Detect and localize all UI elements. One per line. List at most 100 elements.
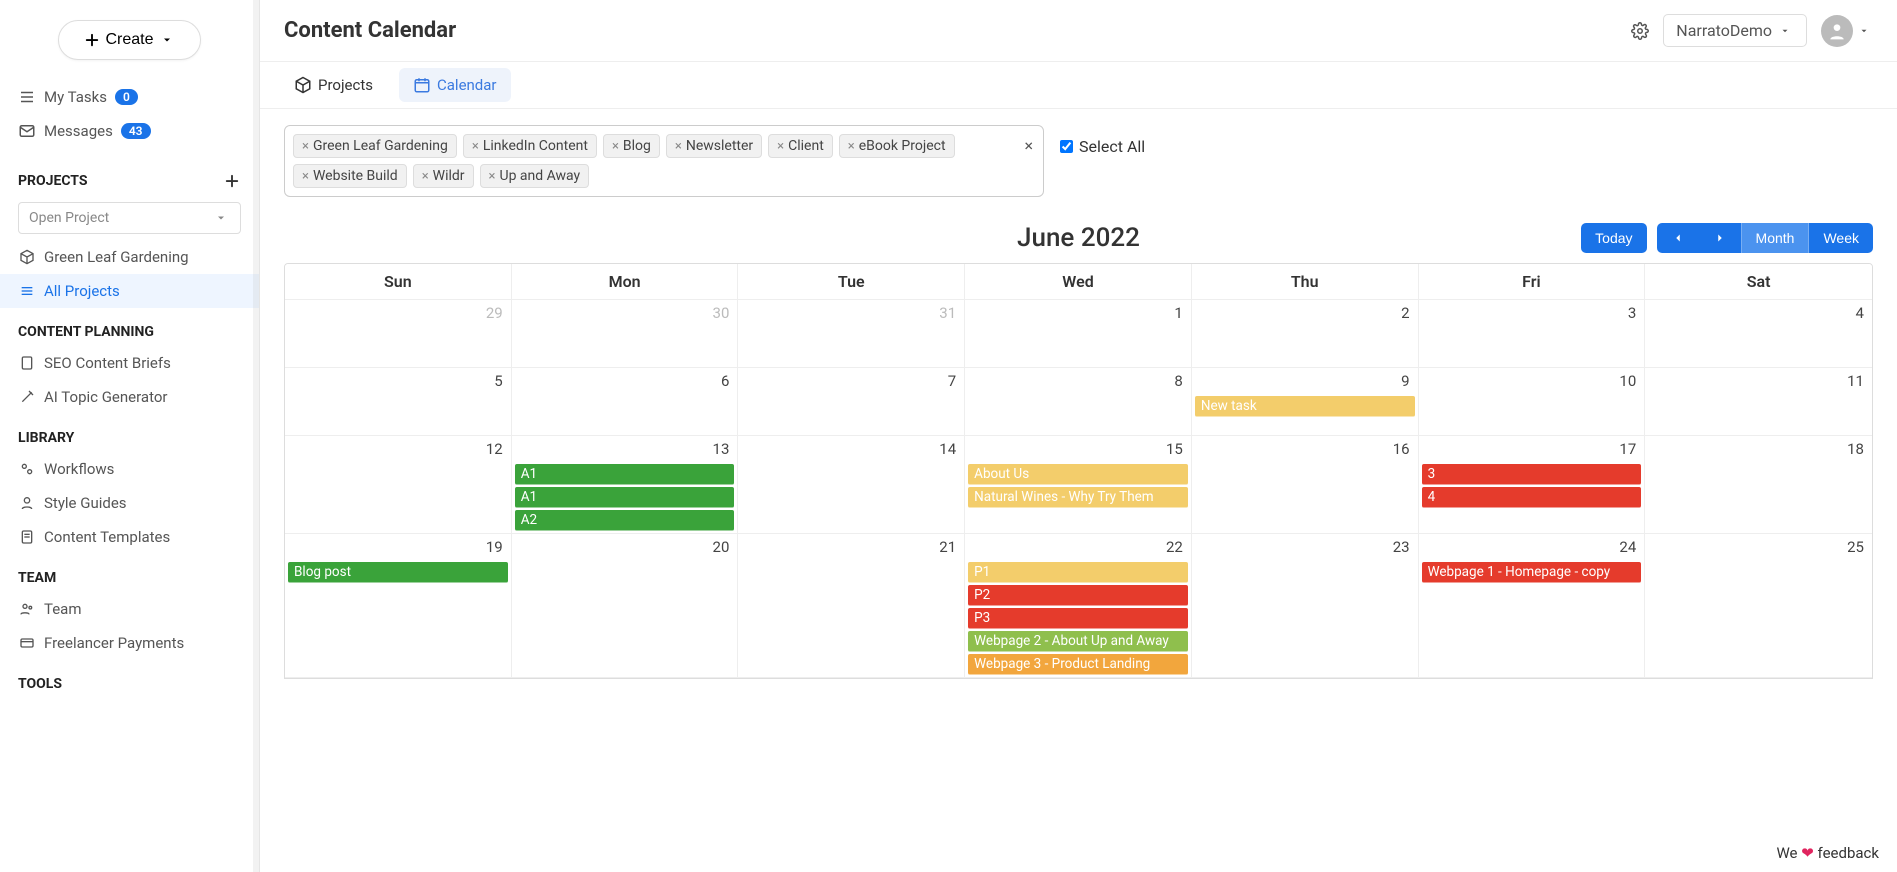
calendar-cell[interactable]: 5	[285, 368, 512, 436]
calendar-cell[interactable]: 23	[1192, 534, 1419, 678]
calendar-cell[interactable]: 31	[738, 300, 965, 368]
remove-chip-icon[interactable]: ×	[489, 169, 496, 184]
calendar-event[interactable]: Blog post	[288, 562, 508, 583]
calendar-event[interactable]: About Us	[968, 464, 1188, 485]
next-button[interactable]	[1699, 223, 1741, 253]
remove-chip-icon[interactable]: ×	[472, 139, 479, 154]
chip-label: eBook Project	[859, 138, 946, 154]
feedback-link[interactable]: We ❤ feedback	[1776, 844, 1879, 862]
month-view-button[interactable]: Month	[1741, 223, 1810, 253]
my-tasks-label: My Tasks	[44, 88, 107, 106]
calendar-cell[interactable]: 15 About UsNatural Wines - Why Try Them	[965, 436, 1192, 534]
calendar-cell[interactable]: 14	[738, 436, 965, 534]
calendar-event[interactable]: P2	[968, 585, 1188, 606]
filter-chip-box[interactable]: ×Green Leaf Gardening×LinkedIn Content×B…	[284, 125, 1044, 197]
calendar-cell[interactable]: 20	[512, 534, 739, 678]
calendar-event[interactable]: Webpage 3 - Product Landing	[968, 654, 1188, 675]
calendar-cell[interactable]: 11	[1645, 368, 1872, 436]
create-button[interactable]: Create	[58, 20, 200, 60]
remove-chip-icon[interactable]: ×	[777, 139, 784, 154]
filter-chip[interactable]: ×Client	[768, 134, 833, 158]
freelancer-link[interactable]: Freelancer Payments	[0, 626, 259, 660]
workflows-link[interactable]: Workflows	[0, 452, 259, 486]
calendar-event[interactable]: Webpage 1 - Homepage - copy	[1422, 562, 1642, 583]
calendar-cell[interactable]: 24Webpage 1 - Homepage - copy	[1419, 534, 1646, 678]
calendar-cell[interactable]: 13A1A1A2	[512, 436, 739, 534]
team-link[interactable]: Team	[0, 592, 259, 626]
project-green-leaf[interactable]: Green Leaf Gardening	[0, 240, 259, 274]
remove-chip-icon[interactable]: ×	[422, 169, 429, 184]
calendar-event[interactable]: Webpage 2 - About Up and Away	[968, 631, 1188, 652]
calendar-cell[interactable]: 1	[965, 300, 1192, 368]
remove-chip-icon[interactable]: ×	[675, 139, 682, 154]
calendar-event[interactable]: Natural Wines - Why Try Them	[968, 487, 1188, 508]
filter-chip[interactable]: ×Website Build	[293, 164, 407, 188]
filter-chip[interactable]: ×Green Leaf Gardening	[293, 134, 457, 158]
calendar-cell[interactable]: 30	[512, 300, 739, 368]
calendar-cell[interactable]: 12	[285, 436, 512, 534]
remove-chip-icon[interactable]: ×	[302, 169, 309, 184]
calendar-cell[interactable]: 19Blog post	[285, 534, 512, 678]
day-number: 15	[1166, 440, 1183, 458]
calendar-event[interactable]: 4	[1422, 487, 1642, 508]
calendar-event[interactable]: A2	[515, 510, 735, 531]
filter-chip[interactable]: ×LinkedIn Content	[463, 134, 597, 158]
calendar-event[interactable]: 3	[1422, 464, 1642, 485]
user-menu[interactable]	[1821, 15, 1873, 47]
calendar-cell[interactable]: 4	[1645, 300, 1872, 368]
calendar-event[interactable]: P3	[968, 608, 1188, 629]
tab-projects[interactable]: Projects	[280, 68, 387, 102]
my-tasks-link[interactable]: My Tasks 0	[18, 80, 241, 114]
prev-button[interactable]	[1657, 223, 1699, 253]
day-header: Thu	[1192, 264, 1419, 300]
calendar-cell[interactable]: 7	[738, 368, 965, 436]
workspace-select[interactable]: NarratoDemo	[1663, 14, 1807, 47]
content-templates-link[interactable]: Content Templates	[0, 520, 259, 554]
filter-chip[interactable]: × eBook Project	[839, 134, 955, 158]
plus-icon[interactable]	[223, 172, 241, 190]
today-button[interactable]: Today	[1581, 223, 1646, 253]
select-all-input[interactable]	[1060, 140, 1073, 153]
calendar-cell[interactable]: 8	[965, 368, 1192, 436]
open-project-select[interactable]: Open Project	[18, 202, 241, 234]
calendar-event[interactable]: A1	[515, 487, 735, 508]
calendar-icon	[413, 76, 431, 94]
calendar-cell[interactable]: 2	[1192, 300, 1419, 368]
calendar-cell[interactable]: 18	[1645, 436, 1872, 534]
filter-chip[interactable]: ×Up and Away	[480, 164, 590, 188]
calendar-cell[interactable]: 16	[1192, 436, 1419, 534]
filter-chip[interactable]: ×Newsletter	[666, 134, 762, 158]
ai-topic-link[interactable]: AI Topic Generator	[0, 380, 259, 414]
week-view-button[interactable]: Week	[1809, 223, 1873, 253]
style-guides-link[interactable]: Style Guides	[0, 486, 259, 520]
calendar-cell[interactable]: 6	[512, 368, 739, 436]
messages-link[interactable]: Messages 43	[18, 114, 241, 148]
all-projects[interactable]: All Projects	[0, 274, 259, 308]
filter-chip[interactable]: ×Wildr	[413, 164, 474, 188]
calendar-cell[interactable]: 21	[738, 534, 965, 678]
calendar-title: June 2022	[1017, 223, 1140, 253]
team-header: TEAM	[0, 554, 259, 592]
remove-chip-icon[interactable]: ×	[612, 139, 619, 154]
calendar-cell[interactable]: 29	[285, 300, 512, 368]
remove-chip-icon[interactable]: ×	[302, 139, 309, 154]
calendar-cell[interactable]: 3	[1419, 300, 1646, 368]
seo-briefs-link[interactable]: SEO Content Briefs	[0, 346, 259, 380]
filter-chip[interactable]: ×Blog	[603, 134, 660, 158]
calendar-cell[interactable]: 1734	[1419, 436, 1646, 534]
calendar-event[interactable]: P1	[968, 562, 1188, 583]
calendar-cell[interactable]: 9New task	[1192, 368, 1419, 436]
calendar-event[interactable]: A1	[515, 464, 735, 485]
remove-chip-icon[interactable]: ×	[848, 139, 855, 154]
select-all-checkbox[interactable]: Select All	[1060, 137, 1145, 156]
style-guides-label: Style Guides	[44, 494, 127, 512]
calendar-cell[interactable]: 10	[1419, 368, 1646, 436]
calendar-cell[interactable]: 25	[1645, 534, 1872, 678]
calendar-cell[interactable]: 22P1P2P3Webpage 2 - About Up and AwayWeb…	[965, 534, 1192, 678]
clear-filters-button[interactable]: ×	[1024, 136, 1033, 155]
gear-icon[interactable]	[1631, 22, 1649, 40]
tab-calendar[interactable]: Calendar	[399, 68, 511, 102]
calendar-event[interactable]: New task	[1195, 396, 1415, 417]
plus-icon	[83, 31, 101, 49]
page-title: Content Calendar	[284, 18, 456, 43]
